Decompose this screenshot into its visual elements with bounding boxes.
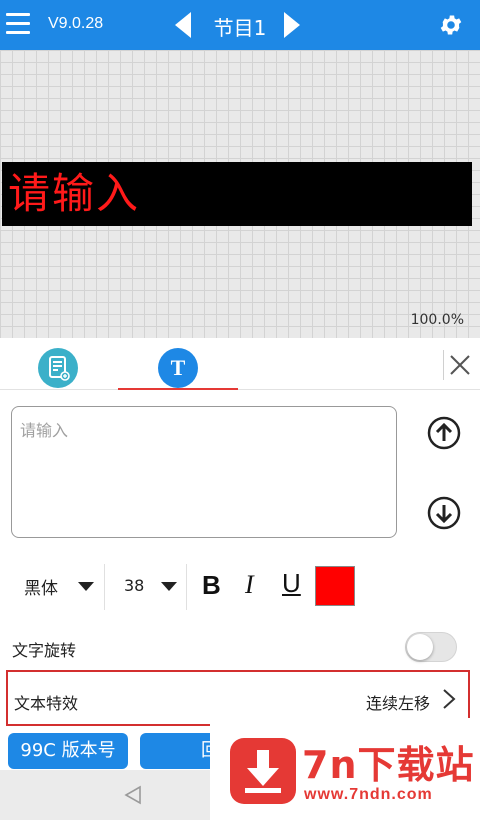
font-family-select[interactable]: 黑体 — [24, 574, 58, 599]
program-list-icon — [49, 356, 70, 381]
hamburger-menu-icon[interactable] — [6, 13, 30, 35]
text-t-icon: T — [170, 355, 186, 380]
italic-button[interactable]: I — [245, 570, 254, 600]
tab-program[interactable] — [38, 348, 78, 388]
text-effect-label: 文本特效 — [14, 694, 79, 713]
nav-back-icon[interactable] — [122, 784, 144, 806]
close-icon[interactable] — [449, 354, 471, 376]
gear-icon[interactable] — [438, 12, 464, 38]
panel-tab-bar: T — [0, 338, 480, 390]
arrow-up-circle-icon[interactable] — [427, 416, 461, 450]
watermark: 7n下载站 www.7ndn.com — [210, 718, 480, 820]
next-program-arrow-icon[interactable] — [284, 12, 300, 38]
text-rotate-row: 文字旋转 — [0, 624, 480, 670]
led-preview-canvas[interactable]: 请输入 100.0% — [0, 50, 480, 338]
arrow-down-circle-icon[interactable] — [427, 496, 461, 530]
tab-text[interactable]: T — [158, 348, 198, 388]
text-rotate-label: 文字旋转 — [12, 641, 77, 660]
watermark-url: www.7ndn.com — [304, 786, 433, 803]
divider — [104, 564, 105, 610]
version-button[interactable]: 99C 版本号 — [8, 733, 128, 769]
text-effect-value: 连续左移 — [365, 694, 430, 713]
chevron-down-icon[interactable] — [78, 582, 94, 591]
previous-program-arrow-icon[interactable] — [175, 12, 191, 38]
top-app-bar: V9.0.28 节目1 — [0, 0, 480, 50]
divider — [186, 564, 187, 610]
program-title: 节目1 — [213, 16, 267, 40]
font-size-select[interactable]: 38 — [124, 576, 144, 595]
underline-button[interactable]: U — [282, 568, 301, 599]
bold-button[interactable]: B — [202, 570, 221, 601]
chevron-right-icon — [443, 689, 456, 709]
app-version: V9.0.28 — [48, 15, 104, 32]
text-content-input[interactable] — [11, 406, 397, 538]
text-rotate-toggle[interactable] — [405, 632, 457, 662]
divider — [443, 350, 444, 380]
led-text: 请输入 — [8, 169, 141, 218]
zoom-level: 100.0% — [410, 312, 464, 328]
toggle-knob — [407, 634, 433, 660]
led-screen[interactable]: 请输入 — [2, 162, 472, 226]
active-tab-indicator — [118, 388, 238, 390]
chevron-down-icon[interactable] — [161, 582, 177, 591]
text-format-toolbar: 黑体 38 B I U — [0, 560, 480, 612]
text-color-swatch[interactable] — [315, 566, 355, 606]
watermark-title: 7n下载站 — [302, 743, 475, 787]
download-logo-icon — [230, 738, 296, 804]
